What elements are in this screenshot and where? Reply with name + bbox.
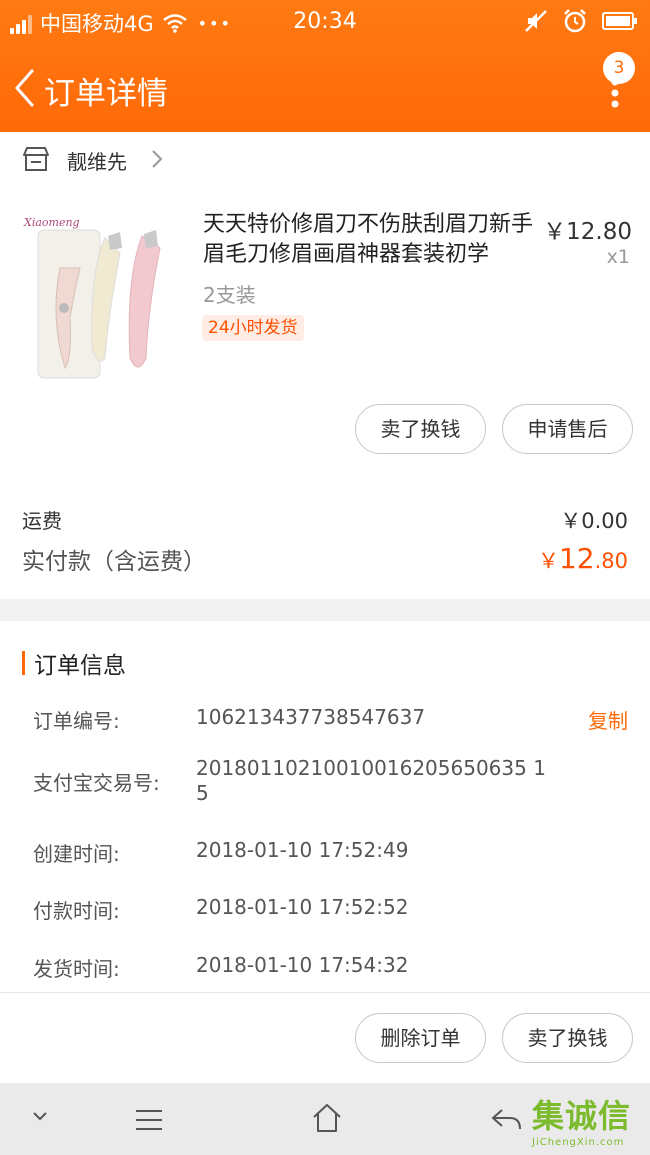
notification-badge: 3 <box>603 52 635 84</box>
total-value: ￥12.80 <box>538 542 628 575</box>
alipay-trade-label: 支付宝交易号: <box>33 771 160 795</box>
system-nav-bar: 集诚信 JiChengXin.com <box>0 1083 650 1155</box>
sell-exchange-button[interactable]: 卖了换钱 <box>355 404 486 454</box>
order-info-title-text: 订单信息 <box>34 653 126 679</box>
section-separator <box>0 599 650 621</box>
shop-row[interactable]: 靓维先 <box>0 132 650 188</box>
copy-order-number-link[interactable]: 复制 <box>588 705 628 734</box>
total-decimal: .80 <box>594 549 628 573</box>
product-image-graphic: Xiaomeng <box>23 216 161 379</box>
sell-exchange-bottom-button[interactable]: 卖了换钱 <box>502 1013 633 1063</box>
chevron-down-icon[interactable] <box>32 1111 48 1123</box>
divider <box>0 992 650 993</box>
page-title: 订单详情 <box>44 76 168 112</box>
alipay-trade-value: 20180110210010016205650635 15 <box>196 756 546 805</box>
total-integer: 12 <box>558 542 595 575</box>
back-nav-icon[interactable] <box>490 1107 522 1131</box>
status-right <box>524 8 638 34</box>
order-number-value: 106213437738547637 <box>196 705 426 729</box>
total-currency: ￥ <box>537 549 559 573</box>
created-time-value: 2018-01-10 17:52:49 <box>196 838 409 862</box>
alarm-icon <box>564 9 586 33</box>
shipping-label: 运费 <box>22 509 62 533</box>
chevron-right-icon <box>152 150 163 168</box>
product-logo: Xiaomeng <box>23 216 80 229</box>
shop-name: 靓维先 <box>67 150 127 174</box>
total-label: 实付款（含运费） <box>22 549 206 575</box>
status-bar: 中国移动4G ••• 20:34 <box>0 0 650 48</box>
shipped-time-value: 2018-01-10 17:54:32 <box>196 953 409 977</box>
shipping-value: ￥0.00 <box>560 509 628 533</box>
paid-time-value: 2018-01-10 17:52:52 <box>196 895 409 919</box>
watermark-subtext: JiChengXin.com <box>532 1137 625 1148</box>
order-number-label: 订单编号: <box>33 709 120 733</box>
title-bar: 订单详情 3 <box>0 48 650 132</box>
shop-icon <box>23 147 49 171</box>
created-time-label: 创建时间: <box>33 842 120 866</box>
apply-aftersale-button[interactable]: 申请售后 <box>502 404 633 454</box>
battery-icon <box>602 12 637 30</box>
product-title[interactable]: 天天特价修眉刀不伤肤刮眉刀新手眉毛刀修眉画眉神器套装初学 <box>203 210 539 270</box>
product-quantity: x1 <box>606 246 630 268</box>
order-info-title: 订单信息 <box>22 646 126 680</box>
app-header: 中国移动4G ••• 20:34 订单详情 3 <box>0 0 650 132</box>
menu-icon[interactable] <box>135 1109 163 1131</box>
mute-icon <box>525 10 547 32</box>
section-accent-bar <box>22 651 25 675</box>
delete-order-button[interactable]: 删除订单 <box>355 1013 486 1063</box>
product-image[interactable]: Xiaomeng <box>20 208 180 383</box>
back-arrow-icon[interactable] <box>12 68 38 108</box>
watermark-logo: 集诚信 JiChengXin.com <box>532 1091 644 1151</box>
product-price: ￥12.80 <box>543 219 632 245</box>
product-item[interactable]: Xiaomeng 天天特价修眉刀不伤肤刮眉刀新手眉毛刀修眉画眉神器套装初学 ￥1… <box>0 188 650 398</box>
shipped-time-label: 发货时间: <box>33 957 120 981</box>
product-spec: 2支装 <box>203 283 256 307</box>
watermark-text: 集诚信 <box>532 1097 632 1135</box>
paid-time-label: 付款时间: <box>33 899 120 923</box>
home-icon[interactable] <box>312 1103 342 1133</box>
shipping-tag: 24小时发货 <box>202 315 304 341</box>
